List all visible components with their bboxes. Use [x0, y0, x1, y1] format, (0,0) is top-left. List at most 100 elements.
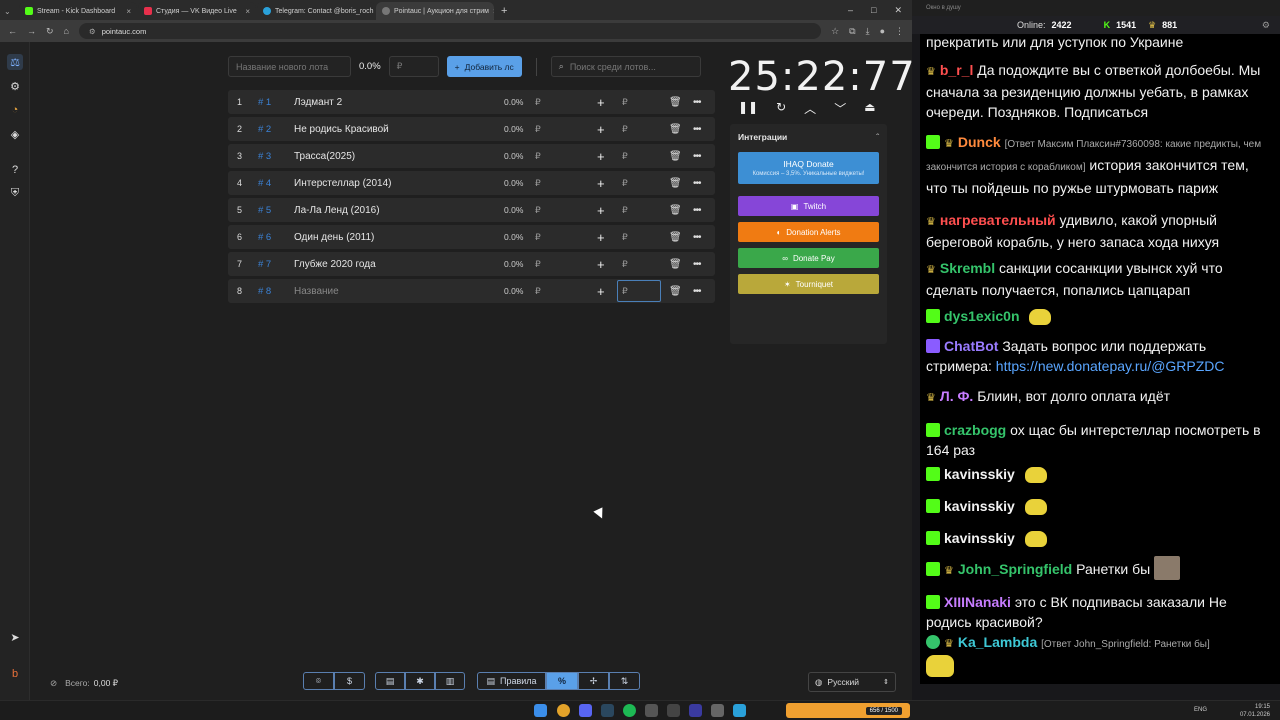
trash-icon[interactable]: 🗑︎: [669, 205, 682, 216]
add-amount-icon[interactable]: +: [597, 257, 605, 272]
more-icon[interactable]: •••: [693, 259, 701, 270]
telegram-nav-icon[interactable]: ➤: [7, 629, 23, 645]
fit-button[interactable]: ✢: [578, 672, 609, 690]
chat-username[interactable]: ChatBot: [944, 338, 998, 354]
layers-icon[interactable]: ◈: [7, 126, 23, 142]
add-amount-icon[interactable]: +: [597, 230, 605, 245]
reset-icon[interactable]: ↻: [776, 100, 786, 117]
help-icon[interactable]: ?: [7, 162, 23, 178]
bookmark-icon[interactable]: ☆: [831, 26, 839, 37]
chat-username[interactable]: Ka_Lambda: [958, 634, 1037, 650]
chat-username[interactable]: Skrembl: [940, 260, 995, 276]
chat-username[interactable]: kavinsskiy: [944, 498, 1015, 514]
trash-icon[interactable]: 🗑︎: [669, 259, 682, 270]
steam-icon[interactable]: [601, 704, 614, 717]
archive-button[interactable]: ▥: [435, 672, 465, 690]
twitch-button[interactable]: ▣ Twitch: [738, 196, 879, 216]
settings-icon[interactable]: ⚙: [1262, 20, 1270, 31]
add-lot-button[interactable]: + Добавить лс: [446, 56, 522, 77]
tab-telegram[interactable]: Telegram: Contact @boris_roch×: [257, 2, 375, 20]
tab-pointauc[interactable]: Pointauc | Аукцион для стрим ×: [376, 2, 494, 20]
discord-icon[interactable]: [579, 704, 592, 717]
chat-username[interactable]: Dunck: [958, 134, 1001, 150]
start-icon[interactable]: [534, 704, 547, 717]
home-icon[interactable]: ⌂: [64, 26, 69, 36]
close-icon[interactable]: ×: [493, 7, 494, 16]
auction-icon[interactable]: ⚖: [7, 54, 23, 70]
clock[interactable]: 19:15 07.01.2026: [1240, 703, 1270, 719]
chat-username[interactable]: dys1exic0n: [944, 308, 1020, 324]
more-icon[interactable]: •••: [693, 286, 701, 297]
player-icon[interactable]: [689, 704, 702, 717]
trash-icon[interactable]: 🗑︎: [669, 178, 682, 189]
lot-name[interactable]: Название: [294, 286, 339, 297]
profile-icon[interactable]: ●: [880, 26, 885, 36]
save-button[interactable]: ▤: [375, 672, 405, 690]
lot-name-input[interactable]: Название нового лота: [228, 56, 351, 77]
lot-name[interactable]: Глубже 2020 года: [294, 259, 376, 270]
rules-button[interactable]: ▤ Правила: [477, 672, 546, 690]
add-amount-icon[interactable]: +: [597, 122, 605, 137]
chat-username[interactable]: kavinsskiy: [944, 466, 1015, 482]
more-icon[interactable]: •••: [693, 178, 701, 189]
donate-pay-button[interactable]: ∞ Donate Pay: [738, 248, 879, 268]
lot-name[interactable]: Трасса(2025): [294, 151, 355, 162]
settings-icon[interactable]: ⚙: [7, 78, 23, 94]
reload-icon[interactable]: ↻: [46, 26, 54, 37]
chat-username[interactable]: kavinsskiy: [944, 530, 1015, 546]
keyboard-language[interactable]: ENG: [1194, 707, 1207, 713]
back-icon[interactable]: ←: [8, 26, 17, 36]
menu-icon[interactable]: ⋮: [895, 26, 904, 37]
add-amount-icon[interactable]: +: [597, 203, 605, 218]
chat-username[interactable]: crazbogg: [944, 422, 1006, 438]
pause-icon[interactable]: ❚❚: [738, 100, 758, 117]
shield-icon[interactable]: ⛨: [7, 185, 23, 201]
tab-search-icon[interactable]: ⌄: [4, 7, 18, 20]
close-icon[interactable]: ×: [245, 7, 250, 16]
collapse-icon[interactable]: ˆ: [876, 132, 879, 142]
lot-name[interactable]: Один день (2011): [294, 232, 374, 243]
new-tab-icon[interactable]: +: [495, 5, 513, 20]
obs-icon[interactable]: [667, 704, 680, 717]
trash-icon[interactable]: 🗑︎: [669, 232, 682, 243]
wheel-icon[interactable]: ◔: [7, 102, 23, 118]
lot-name[interactable]: Лэдмант 2: [294, 97, 342, 108]
close-icon[interactable]: ×: [126, 7, 131, 16]
spotify-icon[interactable]: [623, 704, 636, 717]
telegram-taskbar-icon[interactable]: [733, 704, 746, 717]
language-select[interactable]: ◍ Русский ⇕: [808, 672, 896, 692]
chat-username[interactable]: нагревательный: [940, 212, 1056, 228]
chevron-down-icon[interactable]: ﹀: [834, 100, 846, 117]
extensions-icon[interactable]: ⧉: [849, 26, 855, 37]
chat-username[interactable]: John_Springfield: [958, 561, 1072, 577]
bug-button[interactable]: ✱: [405, 672, 435, 690]
more-icon[interactable]: •••: [693, 124, 701, 135]
minimize-icon[interactable]: –: [848, 5, 853, 16]
chat-username[interactable]: b_r_l: [940, 62, 973, 78]
app-icon[interactable]: [645, 704, 658, 717]
tab-vk[interactable]: Студия — VK Видео Live ×: [138, 2, 256, 20]
ihaq-donate-button[interactable]: IHAQ Donate Комиссия – 3,5%. Уникальные …: [738, 152, 879, 184]
close-window-icon[interactable]: ✕: [894, 5, 902, 16]
chat-username[interactable]: XIIINanaki: [944, 594, 1011, 610]
app-icon[interactable]: [711, 704, 724, 717]
lot-name[interactable]: Ла-Ла Ленд (2016): [294, 205, 380, 216]
forward-icon[interactable]: →: [27, 26, 36, 36]
more-icon[interactable]: •••: [693, 232, 701, 243]
tab-kick[interactable]: Stream - Kick Dashboard ×: [19, 2, 137, 20]
maximize-icon[interactable]: □: [871, 5, 876, 16]
add-amount-icon[interactable]: +: [597, 284, 605, 299]
add-amount-icon[interactable]: +: [597, 95, 605, 110]
sort-button[interactable]: ⇅: [609, 672, 640, 690]
trash-icon[interactable]: 🗑︎: [669, 124, 682, 135]
more-icon[interactable]: •••: [693, 151, 701, 162]
trash-icon[interactable]: 🗑︎: [669, 286, 682, 297]
donate-button[interactable]: $: [334, 672, 365, 690]
trash-icon[interactable]: 🗑︎: [669, 97, 682, 108]
chat-link[interactable]: https://new.donatepay.ru/@GRPZDC: [996, 358, 1225, 374]
add-amount-icon[interactable]: +: [597, 176, 605, 191]
lot-name[interactable]: Интерстеллар (2014): [294, 178, 391, 189]
double-up-icon[interactable]: ⏏: [864, 100, 875, 117]
chrome-icon[interactable]: [557, 704, 570, 717]
site-info-icon[interactable]: ⚙: [89, 27, 96, 36]
